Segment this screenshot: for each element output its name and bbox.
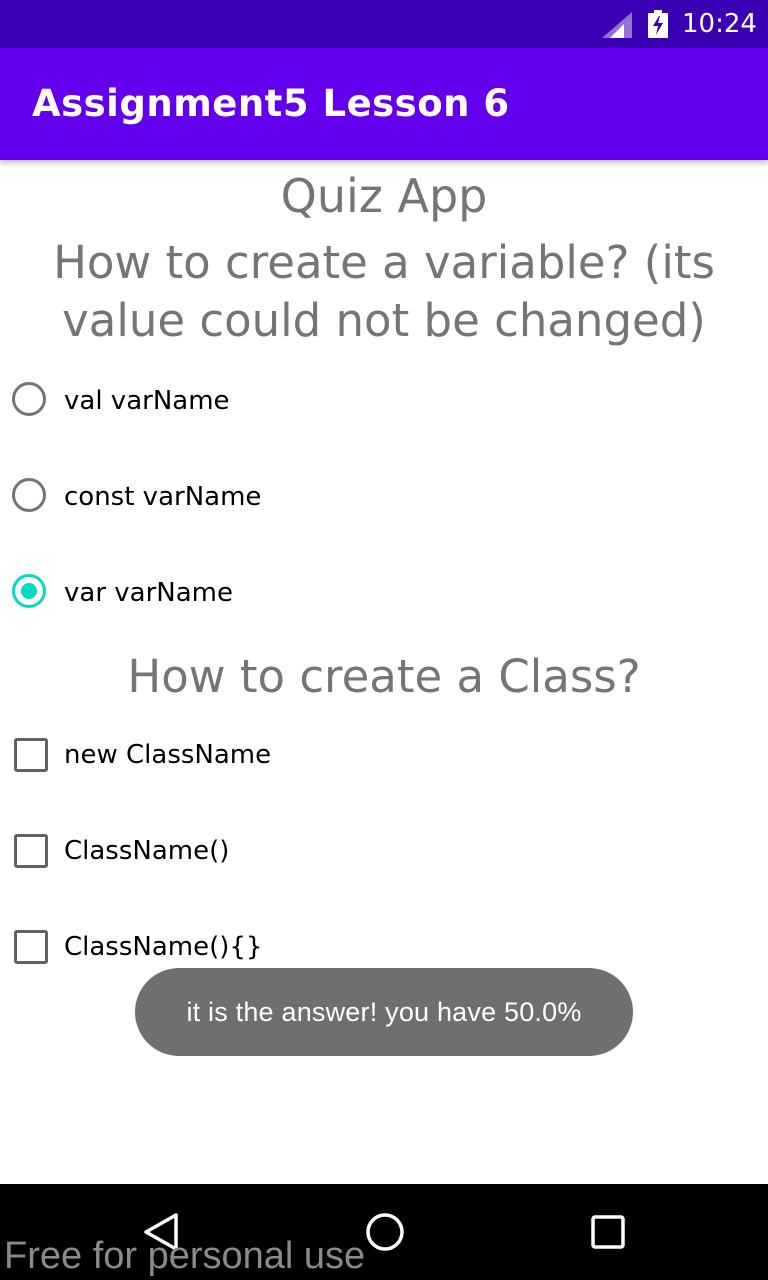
recents-icon[interactable] [590, 1214, 626, 1250]
quiz-content: Quiz App How to create a variable? (its … [0, 160, 768, 1184]
status-bar: 10:24 [0, 0, 768, 48]
radio-option-const[interactable]: const varName [0, 468, 768, 528]
option-label: ClassName() [64, 836, 230, 866]
checkbox[interactable] [14, 930, 48, 964]
home-icon[interactable] [365, 1212, 405, 1252]
option-label: const varName [64, 482, 262, 512]
watermark: Free for personal use [4, 1235, 366, 1277]
quiz-title: Quiz App [280, 169, 488, 223]
option-label: var varName [64, 578, 233, 608]
question-1-text: How to create a variable? (its value cou… [53, 236, 715, 347]
app-title: Assignment5 Lesson 6 [32, 82, 510, 125]
app-bar: Assignment5 Lesson 6 [0, 48, 768, 160]
checkbox-option-classname-parens[interactable]: ClassName() [0, 822, 768, 882]
signal-icon [602, 12, 632, 38]
toast-message: it is the answer! you have 50.0% [135, 968, 633, 1056]
radio-button[interactable] [12, 382, 46, 416]
checkbox[interactable] [14, 738, 48, 772]
radio-option-var[interactable]: var varName [0, 564, 768, 624]
checkbox[interactable] [14, 834, 48, 868]
option-label: ClassName(){} [64, 932, 263, 962]
question-2-text: How to create a Class? [127, 650, 641, 703]
battery-charging-icon [648, 10, 668, 38]
radio-option-val[interactable]: val varName [0, 372, 768, 432]
checkbox-option-new-classname[interactable]: new ClassName [0, 726, 768, 786]
option-label: val varName [64, 386, 230, 416]
option-label: new ClassName [64, 740, 272, 770]
status-time: 10:24 [682, 9, 757, 39]
radio-button-checked[interactable] [12, 574, 46, 608]
radio-button[interactable] [12, 478, 46, 512]
